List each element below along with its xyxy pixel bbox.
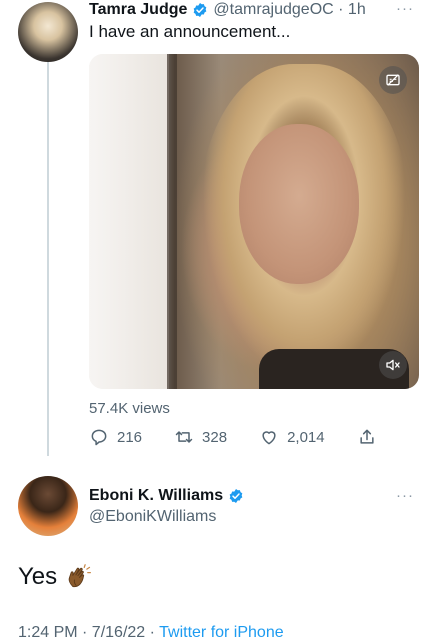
reply-button[interactable]: 216 (89, 427, 142, 447)
tweet2-display-name[interactable]: Eboni K. Williams (89, 487, 223, 505)
reply-icon (91, 429, 107, 446)
share-icon (360, 429, 374, 444)
like-button[interactable]: 2,014 (259, 427, 325, 447)
tweet1-text: I have an announcement... (89, 22, 291, 41)
tweet2-text: Yes (18, 563, 58, 590)
like-count: 2,014 (287, 428, 325, 446)
clapping-hands-emoji (68, 564, 92, 588)
tweet2-meta: 1:24 PM · 7/16/22 · Twitter for iPhone (18, 624, 284, 642)
captions-off-icon[interactable] (379, 66, 407, 94)
verified-badge-icon (229, 489, 243, 503)
video-background-door (89, 54, 169, 389)
tweet2-more-icon[interactable]: ··· (396, 487, 414, 504)
tweet1-header: Tamra Judge @tamrajudgeOC · 1h (89, 0, 366, 20)
tweet1-view-count[interactable]: 57.4K views (89, 400, 170, 417)
tweet2-timestamp[interactable]: 1:24 PM · 7/16/22 · (18, 624, 159, 641)
tweet2-header: Eboni K. Williams (89, 486, 249, 506)
share-button[interactable] (357, 427, 377, 447)
tweet1-display-name[interactable]: Tamra Judge (89, 1, 187, 19)
muted-speaker-icon[interactable] (379, 351, 407, 379)
tweet1-handle-time[interactable]: @tamrajudgeOC · 1h (213, 1, 365, 19)
tweet2-text-row: Yes (18, 563, 93, 591)
verified-badge-icon (194, 3, 207, 17)
thread-connector-line (47, 62, 49, 456)
retweet-button[interactable]: 328 (174, 427, 227, 447)
heart-icon (262, 431, 276, 445)
video-background-edge (167, 54, 177, 389)
avatar-tamra-judge[interactable] (18, 2, 78, 62)
tweet1-action-bar: 216 328 2,014 (89, 426, 409, 448)
tweet2-handle[interactable]: @EboniKWilliams (89, 508, 216, 526)
avatar-eboni-williams[interactable] (18, 476, 78, 536)
retweet-icon (175, 431, 193, 443)
video-subject-face (239, 124, 359, 284)
tweet2-source-link[interactable]: Twitter for iPhone (159, 624, 284, 641)
reply-count: 216 (117, 428, 143, 446)
tweet1-video[interactable] (89, 54, 419, 389)
retweet-count: 328 (202, 428, 228, 446)
tweet1-more-icon[interactable]: ··· (396, 0, 414, 17)
